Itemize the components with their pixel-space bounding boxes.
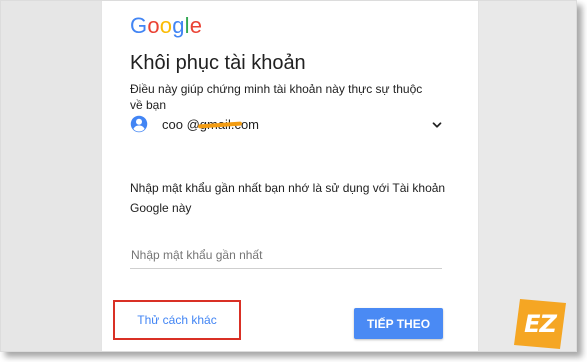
try-another-way-link[interactable]: Thử cách khác bbox=[137, 313, 216, 327]
password-prompt: Nhập mật khẩu gần nhất bạn nhớ là sử dụn… bbox=[130, 181, 446, 215]
left-background bbox=[1, 1, 101, 351]
page-subtitle: Điều này giúp chứng minh tài khoản này t… bbox=[130, 82, 423, 112]
last-password-input[interactable] bbox=[130, 241, 442, 269]
page-title: Khôi phục tài khoản bbox=[130, 52, 306, 74]
ez-watermark-logo: EZ bbox=[510, 295, 570, 351]
account-selector[interactable]: coo @gmail.com bbox=[130, 115, 444, 137]
screenshot-frame: Google Khôi phục tài khoản Điều này giúp… bbox=[0, 0, 577, 352]
chevron-down-icon[interactable] bbox=[430, 118, 444, 132]
account-circle-icon bbox=[130, 115, 148, 133]
next-button[interactable]: TIẾP THEO bbox=[354, 308, 443, 339]
try-another-way-highlight: Thử cách khác bbox=[113, 300, 241, 340]
google-logo: Google bbox=[130, 13, 203, 38]
account-recovery-card: Google Khôi phục tài khoản Điều này giúp… bbox=[101, 1, 479, 351]
